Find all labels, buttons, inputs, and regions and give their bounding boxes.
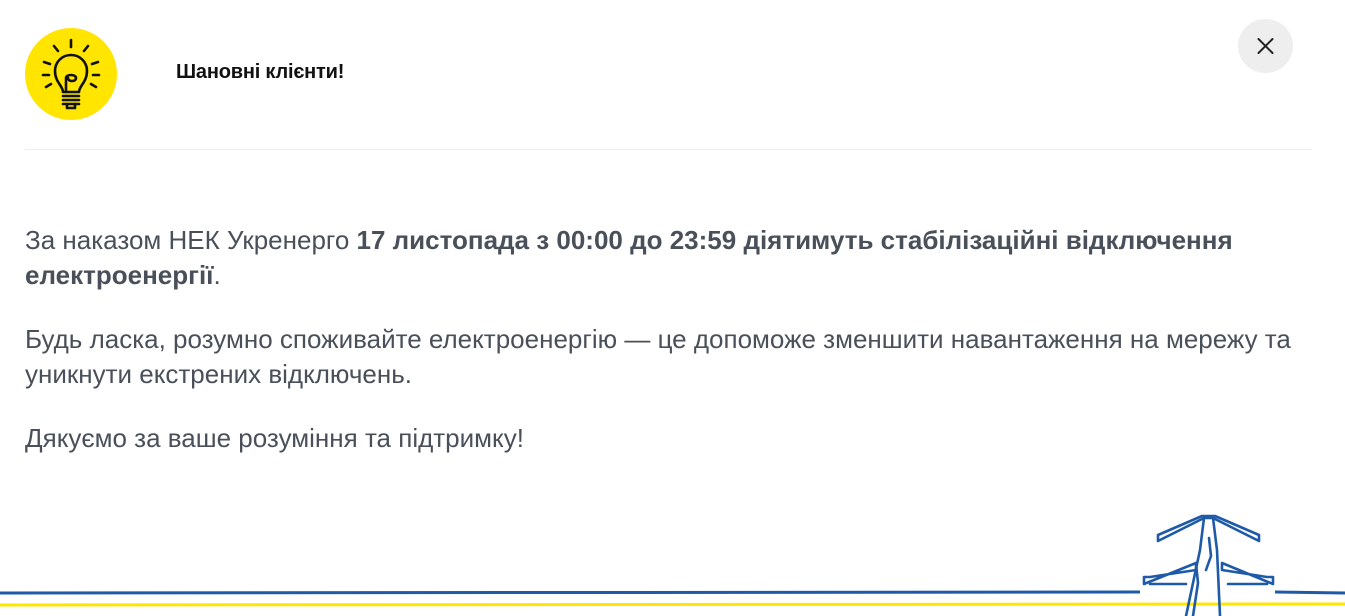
message-paragraph-2: Будь ласка, розумно споживайте електроен… bbox=[25, 324, 1291, 389]
message-paragraph-3: Дякуємо за ваше розуміння та підтримку! bbox=[25, 423, 524, 453]
close-icon bbox=[1257, 38, 1274, 54]
message-text: За наказом НЕК Укренерго bbox=[25, 225, 357, 255]
close-button[interactable] bbox=[1238, 19, 1293, 73]
message-paragraph-1: За наказом НЕК Укренерго 17 листопада з … bbox=[25, 223, 1320, 293]
message-text: . bbox=[213, 260, 221, 290]
message-body: За наказом НЕК Укренерго 17 листопада з … bbox=[25, 223, 1320, 456]
notification-dialog: Шановні клієнти! За наказом НЕК Укренерг… bbox=[0, 0, 1345, 616]
power-pylon-icon bbox=[0, 514, 1345, 616]
header-divider bbox=[25, 149, 1312, 150]
lightbulb-icon bbox=[25, 28, 117, 120]
dialog-title: Шановні клієнти! bbox=[176, 61, 345, 83]
